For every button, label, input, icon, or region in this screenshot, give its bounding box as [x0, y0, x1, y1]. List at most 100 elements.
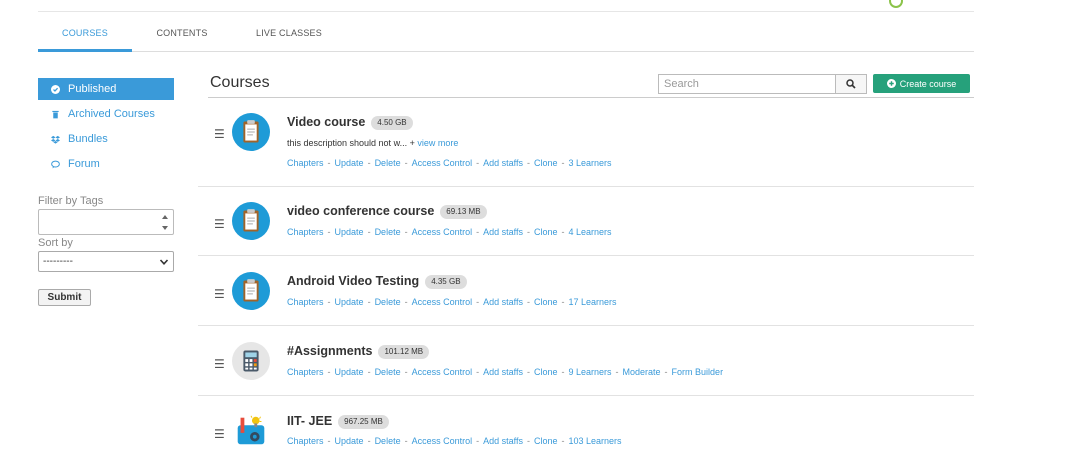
link-separator: - — [526, 227, 530, 237]
trash-icon — [51, 110, 60, 119]
course-action-link[interactable]: Clone — [534, 227, 558, 237]
row-divider — [198, 395, 974, 396]
course-action-link[interactable]: Chapters — [287, 436, 324, 446]
course-name[interactable]: Video course — [287, 115, 365, 129]
link-separator: - — [367, 158, 371, 168]
sidebar-item-published[interactable]: Published — [38, 78, 174, 100]
chat-icon — [51, 160, 60, 169]
course-action-link[interactable]: Chapters — [287, 227, 324, 237]
sort-select[interactable]: --------- — [38, 251, 174, 272]
course-action-link[interactable]: Access Control — [412, 436, 473, 446]
course-action-link[interactable]: Chapters — [287, 158, 324, 168]
course-action-link[interactable]: 17 Learners — [568, 297, 616, 307]
course-name[interactable]: video conference course — [287, 204, 434, 218]
course-action-link[interactable]: Update — [335, 367, 364, 377]
sidebar: Published Archived Courses Bundles Forum — [38, 78, 174, 178]
dropbox-icon — [51, 135, 60, 144]
course-name[interactable]: IIT- JEE — [287, 414, 332, 428]
link-separator: - — [404, 158, 408, 168]
tab-contents[interactable]: CONTENTS — [146, 20, 218, 52]
link-separator: - — [327, 297, 331, 307]
row-divider — [198, 255, 974, 256]
course-action-link[interactable]: 3 Learners — [568, 158, 611, 168]
course-action-link[interactable]: Access Control — [412, 297, 473, 307]
course-action-link[interactable]: Delete — [375, 227, 401, 237]
course-row: ☰ Video course 4.50 GB this description s… — [198, 110, 974, 180]
spin-down-icon[interactable] — [161, 224, 169, 232]
course-action-link[interactable]: Add staffs — [483, 436, 523, 446]
tag-filter-input[interactable] — [38, 209, 174, 235]
spin-up-icon[interactable] — [161, 213, 169, 221]
drag-handle-icon[interactable]: ☰ — [214, 128, 225, 140]
course-action-link[interactable]: Moderate — [623, 367, 661, 377]
course-action-link[interactable]: Clone — [534, 367, 558, 377]
link-separator: - — [476, 436, 480, 446]
sidebar-item-forum[interactable]: Forum — [38, 153, 174, 175]
submit-button[interactable]: Submit — [38, 289, 91, 306]
size-badge: 967.25 MB — [338, 415, 389, 429]
link-separator: - — [367, 227, 371, 237]
course-action-link[interactable]: Access Control — [412, 367, 473, 377]
course-action-link[interactable]: Clone — [534, 158, 558, 168]
course-action-link[interactable]: 4 Learners — [568, 227, 611, 237]
course-actions: Chapters - Update - Delete - Access Control - Ad… — [287, 367, 723, 377]
course-name[interactable]: #Assignments — [287, 344, 372, 358]
course-action-link[interactable]: Delete — [375, 436, 401, 446]
course-row: ☰ video conference course 69.13 MB Chapte… — [198, 200, 974, 250]
drag-handle-icon[interactable]: ☰ — [214, 358, 225, 370]
course-action-link[interactable]: Clone — [534, 297, 558, 307]
course-action-link[interactable]: 103 Learners — [568, 436, 621, 446]
size-badge: 69.13 MB — [440, 205, 487, 219]
tab-live-classes[interactable]: LIVE CLASSES — [248, 20, 330, 52]
course-action-link[interactable]: Access Control — [412, 227, 473, 237]
size-badge: 101.12 MB — [378, 345, 430, 359]
size-badge: 4.35 GB — [425, 275, 467, 289]
course-actions: Chapters - Update - Delete - Access Control - Ad… — [287, 158, 612, 168]
course-action-link[interactable]: Delete — [375, 367, 401, 377]
link-separator: - — [404, 367, 408, 377]
sidebar-item-label: Published — [68, 83, 117, 95]
course-action-link[interactable]: Update — [335, 436, 364, 446]
course-action-link[interactable]: Clone — [534, 436, 558, 446]
drag-handle-icon[interactable]: ☰ — [214, 218, 225, 230]
course-action-link[interactable]: Chapters — [287, 367, 324, 377]
course-action-link[interactable]: Delete — [375, 158, 401, 168]
drag-handle-icon[interactable]: ☰ — [214, 288, 225, 300]
link-separator: - — [664, 367, 668, 377]
link-separator: - — [367, 436, 371, 446]
course-name[interactable]: Android Video Testing — [287, 274, 419, 288]
link-separator: - — [327, 158, 331, 168]
search-button[interactable] — [835, 74, 867, 94]
course-action-link[interactable]: Add staffs — [483, 227, 523, 237]
link-separator: - — [327, 436, 331, 446]
search-input[interactable]: Search — [658, 74, 836, 94]
page-title: Courses — [210, 74, 270, 91]
view-more-link[interactable]: view more — [417, 138, 458, 148]
course-action-link[interactable]: Add staffs — [483, 158, 523, 168]
course-action-link[interactable]: Add staffs — [483, 367, 523, 377]
link-separator: - — [561, 367, 565, 377]
course-action-link[interactable]: Access Control — [412, 158, 473, 168]
create-course-button[interactable]: Create course — [873, 74, 970, 93]
course-actions: Chapters - Update - Delete - Access Control - Ad… — [287, 436, 622, 446]
sidebar-item-archived[interactable]: Archived Courses — [38, 103, 174, 125]
course-action-link[interactable]: Update — [335, 227, 364, 237]
sidebar-item-bundles[interactable]: Bundles — [38, 128, 174, 150]
course-action-link[interactable]: Add staffs — [483, 297, 523, 307]
sort-select-value: --------- — [43, 256, 73, 267]
link-separator: - — [561, 436, 565, 446]
course-action-link[interactable]: 9 Learners — [568, 367, 611, 377]
course-action-link[interactable]: Update — [335, 158, 364, 168]
top-divider — [38, 11, 974, 12]
link-separator: - — [526, 436, 530, 446]
course-action-link[interactable]: Form Builder — [672, 367, 724, 377]
course-action-link[interactable]: Update — [335, 297, 364, 307]
course-actions: Chapters - Update - Delete - Access Control - Ad… — [287, 297, 617, 307]
drag-handle-icon[interactable]: ☰ — [214, 428, 225, 440]
course-action-link[interactable]: Chapters — [287, 297, 324, 307]
link-separator: - — [404, 227, 408, 237]
course-action-link[interactable]: Delete — [375, 297, 401, 307]
course-row: ☰ IIT- JEE 967.25 MB Chapters - Update - Dele… — [198, 410, 974, 460]
tab-courses[interactable]: COURSES — [38, 20, 132, 52]
link-separator: - — [367, 297, 371, 307]
